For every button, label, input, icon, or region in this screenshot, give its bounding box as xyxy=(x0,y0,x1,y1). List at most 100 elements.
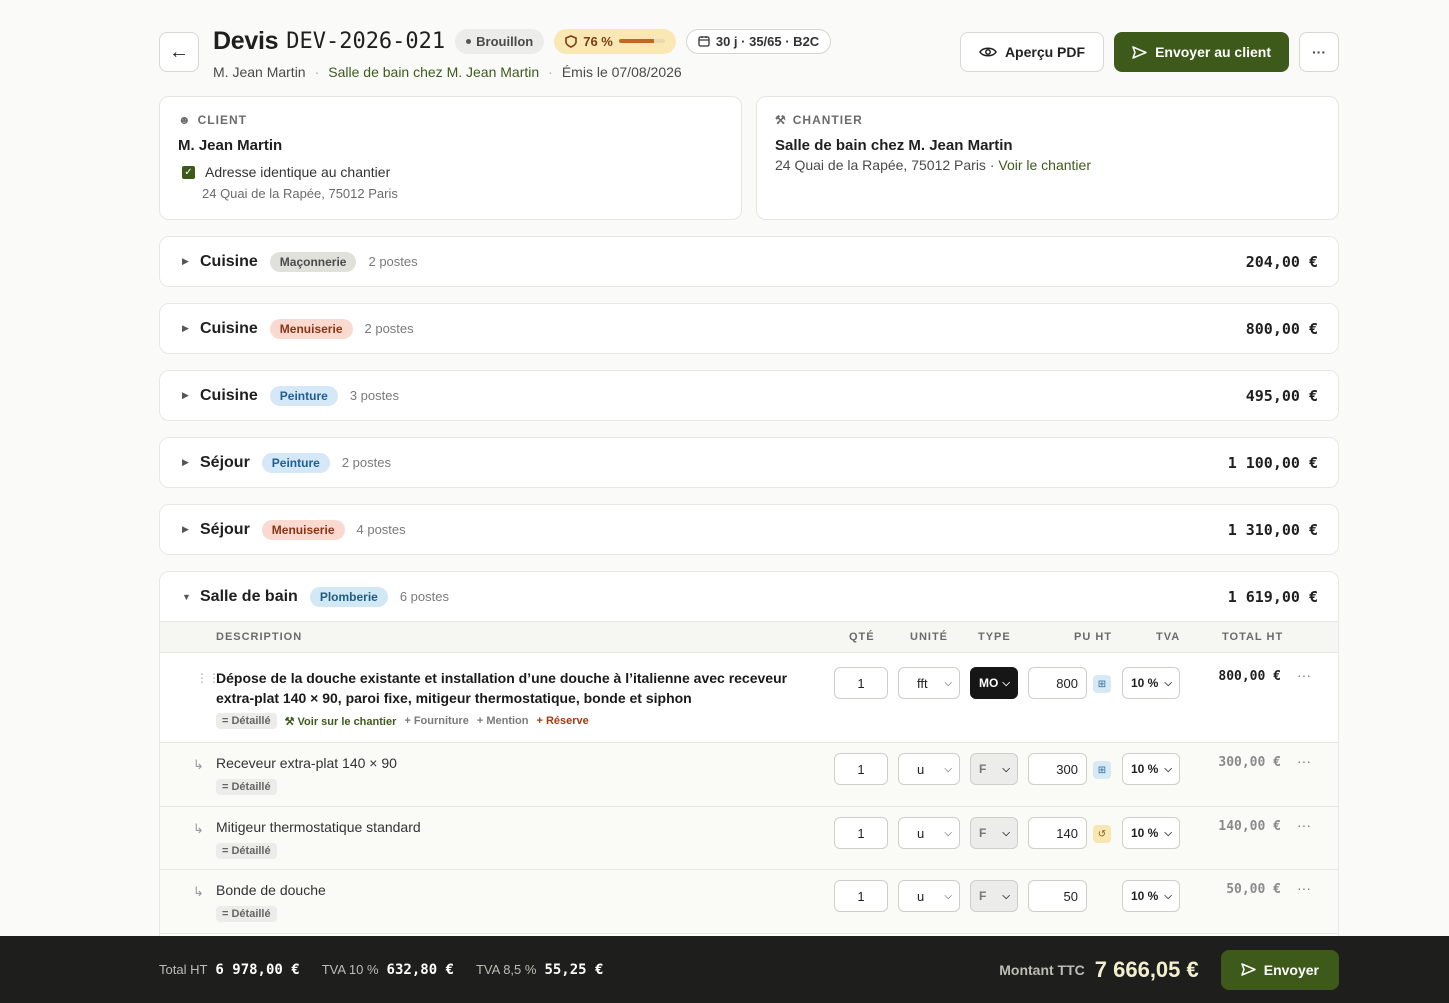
unit-price-input[interactable]: 50 xyxy=(1028,880,1087,912)
detail-badge[interactable]: = Détaillé xyxy=(216,843,277,859)
back-button[interactable]: ← xyxy=(159,32,199,72)
type-select[interactable]: F ⌵ xyxy=(970,753,1018,785)
chevron-right-icon[interactable]: ▶ xyxy=(182,390,200,401)
qty-input[interactable]: 1 xyxy=(834,667,888,699)
line-description[interactable]: Dépose de la douche existante et install… xyxy=(216,668,824,708)
send-button[interactable]: Envoyer xyxy=(1220,949,1339,990)
line-total: 50,00 € xyxy=(1226,882,1281,897)
page-header: ← Devis DEV-2026-021 Brouillon 76 % 30 j… xyxy=(159,24,1339,80)
detail-badge[interactable]: = Détaillé xyxy=(216,906,277,922)
status-badge: Brouillon xyxy=(455,28,545,54)
detail-badge[interactable]: = Détaillé xyxy=(216,713,277,729)
price-reset-icon[interactable]: ↺ xyxy=(1093,825,1111,843)
section-row[interactable]: ▶ Cuisine Peinture 3 postes 495,00 € xyxy=(159,370,1339,421)
row-more-button[interactable]: ··· xyxy=(1297,753,1311,769)
ttc-label: Montant TTC xyxy=(999,961,1085,978)
section-name: Cuisine xyxy=(200,386,258,404)
tools-icon: ⚒ xyxy=(775,113,787,127)
section-count: 2 postes xyxy=(368,254,418,269)
unit-select[interactable]: fft ⌵ xyxy=(898,667,960,699)
chevron-down-icon[interactable]: ▼ xyxy=(182,592,200,602)
more-options-button[interactable]: ··· xyxy=(1299,32,1339,72)
section-row[interactable]: ▶ Cuisine Maçonnerie 2 postes 204,00 € xyxy=(159,236,1339,287)
score-value: 76 % xyxy=(583,33,613,49)
col-total-ht: TOTAL HT xyxy=(1222,631,1284,643)
chevron-down-icon: ⌵ xyxy=(1002,763,1010,775)
add-reserve-link[interactable]: + Réserve xyxy=(536,715,588,727)
chevron-right-icon[interactable]: ▶ xyxy=(182,524,200,535)
detail-badge[interactable]: = Détaillé xyxy=(216,779,277,795)
chevron-right-icon[interactable]: ▶ xyxy=(182,256,200,267)
send-icon xyxy=(1241,963,1256,976)
table-row: ↳ Bonde de douche = Détaillé 1 u ⌵ F ⌵ 50 … xyxy=(160,870,1338,934)
type-select[interactable]: MO ⌵ xyxy=(970,667,1018,699)
chevron-down-icon: ⌵ xyxy=(1164,763,1172,775)
view-chantier-link[interactable]: Voir le chantier xyxy=(998,157,1091,173)
section-row[interactable]: ▶ Séjour Peinture 2 postes 1 100,00 € xyxy=(159,437,1339,488)
line-total: 300,00 € xyxy=(1218,755,1281,770)
row-more-button[interactable]: ··· xyxy=(1297,880,1311,896)
line-description[interactable]: Receveur extra-plat 140 × 90 xyxy=(216,753,824,773)
unit-price-input[interactable]: 300 xyxy=(1028,753,1087,785)
unit-price-input[interactable]: 800 xyxy=(1028,667,1087,699)
totals-bar: Total HT 6 978,00 € TVA 10 % 632,80 € TVA … xyxy=(0,936,1449,1003)
section-count: 2 postes xyxy=(341,455,391,470)
row-more-button[interactable]: ··· xyxy=(1297,667,1311,683)
chevron-down-icon: ⌵ xyxy=(944,890,952,902)
section-total: 204,00 € xyxy=(1245,252,1318,271)
unit-select[interactable]: u ⌵ xyxy=(898,753,960,785)
price-library-icon[interactable]: ⊞ xyxy=(1093,761,1111,779)
section-row[interactable]: ▶ Séjour Menuiserie 4 postes 1 310,00 € xyxy=(159,504,1339,555)
meta-badge[interactable]: 30 j · 35/65 · B2C xyxy=(685,28,832,54)
chevron-down-icon: ⌵ xyxy=(944,677,952,689)
tva-10: TVA 10 % 632,80 € xyxy=(321,961,454,978)
price-library-icon[interactable]: ⊞ xyxy=(1093,675,1111,693)
add-supply-link[interactable]: + Fourniture xyxy=(404,715,468,727)
send-to-client-button[interactable]: Envoyer au client xyxy=(1114,32,1289,72)
score-badge[interactable]: 76 % xyxy=(554,28,676,54)
checkbox-checked-icon[interactable]: ✓ xyxy=(182,165,195,179)
tva-select[interactable]: 10 % ⌵ xyxy=(1122,753,1180,785)
chantier-link[interactable]: Salle de bain chez M. Jean Martin xyxy=(328,64,539,80)
meta-text: 30 j · 35/65 · B2C xyxy=(715,33,820,49)
type-select[interactable]: F ⌵ xyxy=(970,817,1018,849)
col-unit: UNITÉ xyxy=(910,631,948,643)
preview-pdf-button[interactable]: Aperçu PDF xyxy=(959,32,1105,72)
same-address-checkbox-row[interactable]: ✓ Adresse identique au chantier xyxy=(178,164,723,180)
tva-select[interactable]: 10 % ⌵ xyxy=(1122,817,1180,849)
section-count: 6 postes xyxy=(399,589,449,604)
chantier-card-label: CHANTIER xyxy=(792,113,863,127)
status-dot-icon xyxy=(466,38,472,44)
chevron-right-icon[interactable]: ▶ xyxy=(182,323,200,334)
view-on-site-link[interactable]: ⚒ Voir sur le chantier xyxy=(285,715,397,728)
chevron-down-icon: ⌵ xyxy=(944,827,952,839)
col-description: DESCRIPTION xyxy=(216,631,303,643)
qty-input[interactable]: 1 xyxy=(834,880,888,912)
section-tag: Maçonnerie xyxy=(269,251,357,272)
row-more-button[interactable]: ··· xyxy=(1297,817,1311,833)
chevron-down-icon: ⌵ xyxy=(1164,827,1172,839)
section-tag: Plomberie xyxy=(309,586,388,607)
header-actions: Aperçu PDF Envoyer au client ··· xyxy=(959,32,1339,72)
qty-input[interactable]: 1 xyxy=(834,753,888,785)
qty-input[interactable]: 1 xyxy=(834,817,888,849)
unit-select[interactable]: u ⌵ xyxy=(898,817,960,849)
client-address: 24 Quai de la Rapée, 75012 Paris xyxy=(202,186,398,201)
tva-select[interactable]: 10 % ⌵ xyxy=(1122,880,1180,912)
separator: · xyxy=(314,64,320,80)
tva-select[interactable]: 10 % ⌵ xyxy=(1122,667,1180,699)
add-mention-link[interactable]: + Mention xyxy=(477,715,529,727)
chevron-right-icon[interactable]: ▶ xyxy=(182,457,200,468)
line-description[interactable]: Bonde de douche xyxy=(216,880,824,900)
chevron-down-icon: ⌵ xyxy=(1002,677,1010,689)
type-select[interactable]: F ⌵ xyxy=(970,880,1018,912)
table-row: ↳ Receveur extra-plat 140 × 90 = Détaill… xyxy=(160,743,1338,807)
unit-select[interactable]: u ⌵ xyxy=(898,880,960,912)
unit-price-input[interactable]: 140 xyxy=(1028,817,1087,849)
section-header[interactable]: ▼ Salle de bain Plomberie 6 postes 1 619… xyxy=(160,572,1338,622)
line-total: 140,00 € xyxy=(1218,819,1281,834)
line-description[interactable]: Mitigeur thermostatique standard xyxy=(216,817,824,837)
col-type: TYPE xyxy=(978,631,1011,643)
section-tag: Menuiserie xyxy=(261,519,345,540)
section-row[interactable]: ▶ Cuisine Menuiserie 2 postes 800,00 € xyxy=(159,303,1339,354)
